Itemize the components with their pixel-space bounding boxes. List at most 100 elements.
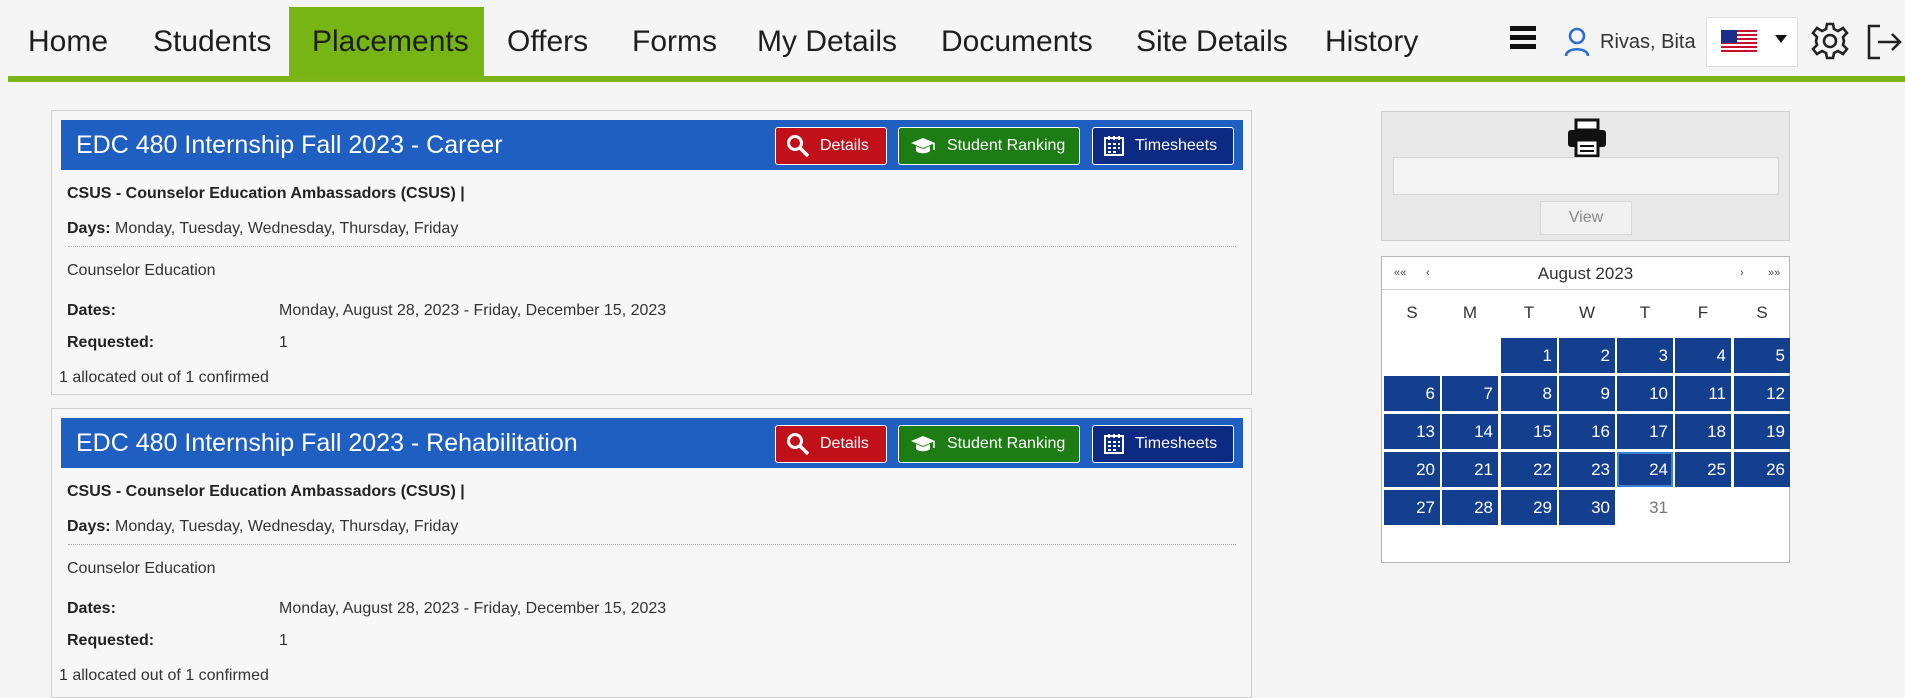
calendar-day[interactable]: 16 (1559, 414, 1615, 449)
program-name: Counselor Education (67, 560, 216, 577)
calendar-day[interactable]: 22 (1501, 452, 1557, 487)
user-menu[interactable]: Rivas, Bita (1564, 22, 1696, 62)
placement-card: EDC 480 Internship Fall 2023 - Career De… (51, 110, 1252, 395)
weekday-header: S (1756, 303, 1768, 322)
calendar-day[interactable]: 15 (1501, 414, 1557, 449)
calendar-day[interactable]: 7 (1442, 376, 1498, 411)
allocation-status: 1 allocated out of 1 confirmed (59, 667, 269, 684)
top-navigation: Home Students Placements Offers Forms My… (0, 0, 1905, 82)
calendar-header: «« ‹ August 2023 › »» (1382, 257, 1789, 290)
calendar-day[interactable]: 11 (1675, 376, 1731, 411)
details-label: Details (820, 137, 869, 154)
nav-my-details[interactable]: My Details (734, 7, 920, 79)
calendar-day[interactable]: 19 (1734, 414, 1790, 449)
requested-label: Requested: (67, 632, 155, 649)
print-panel: View (1381, 111, 1790, 241)
calendar-day[interactable]: 2 (1559, 338, 1615, 373)
requested-value: 1 (279, 334, 288, 351)
user-icon (1564, 27, 1590, 57)
calendar-day[interactable]: 9 (1559, 376, 1615, 411)
calendar-day[interactable]: 21 (1442, 452, 1498, 487)
calendar-day[interactable]: 20 (1384, 452, 1440, 487)
nav-site-details[interactable]: Site Details (1113, 7, 1311, 79)
student-ranking-button[interactable]: Student Ranking (898, 425, 1080, 463)
placement-title: EDC 480 Internship Fall 2023 - Career (76, 131, 503, 159)
print-input[interactable] (1393, 157, 1779, 195)
calendar-day[interactable]: 10 (1617, 376, 1673, 411)
program-name: Counselor Education (67, 262, 216, 279)
next-month-icon[interactable]: › (1740, 257, 1744, 290)
logout-icon[interactable] (1866, 22, 1902, 67)
nav-students[interactable]: Students (130, 7, 294, 79)
weekday-header: S (1406, 303, 1418, 322)
calendar-day[interactable]: 25 (1675, 452, 1731, 487)
calendar: «« ‹ August 2023 › »» SMTWTFS 1234567891… (1381, 256, 1790, 563)
requested-value: 1 (279, 632, 288, 649)
calendar-day[interactable]: 1 (1501, 338, 1557, 373)
calendar-day[interactable]: 6 (1384, 376, 1440, 411)
dates-value: Monday, August 28, 2023 - Friday, Decemb… (279, 302, 667, 319)
calendar-month-label[interactable]: August 2023 (1382, 257, 1789, 290)
calendar-day[interactable]: 18 (1675, 414, 1731, 449)
calendar-day[interactable]: 8 (1501, 376, 1557, 411)
dates-label: Dates: (67, 302, 116, 319)
calendar-day[interactable]: 12 (1734, 376, 1790, 411)
student-ranking-button[interactable]: Student Ranking (898, 127, 1080, 165)
student-ranking-label: Student Ranking (947, 435, 1066, 452)
timesheets-button[interactable]: Timesheets (1092, 127, 1234, 165)
allocation-status: 1 allocated out of 1 confirmed (59, 369, 269, 386)
calendar-icon (1103, 433, 1125, 455)
nav-offers[interactable]: Offers (484, 7, 611, 79)
nav-accent-bar (8, 76, 1905, 82)
next-year-icon[interactable]: »» (1768, 257, 1780, 290)
details-button[interactable]: Details (775, 127, 887, 165)
divider (68, 544, 1236, 545)
hamburger-menu-icon[interactable] (1510, 26, 1536, 52)
calendar-day[interactable]: 13 (1384, 414, 1440, 449)
us-flag-icon (1721, 30, 1757, 54)
calendar-day[interactable]: 26 (1734, 452, 1790, 487)
calendar-day[interactable]: 14 (1442, 414, 1498, 449)
timesheets-label: Timesheets (1135, 435, 1218, 452)
calendar-day[interactable]: 24 (1617, 452, 1673, 487)
dates-value: Monday, August 28, 2023 - Friday, Decemb… (279, 600, 667, 617)
calendar-day[interactable]: 29 (1501, 490, 1557, 525)
nav-forms[interactable]: Forms (609, 7, 740, 79)
language-select[interactable] (1706, 17, 1798, 67)
days-row: Days: Monday, Tuesday, Wednesday, Thursd… (67, 220, 459, 237)
graduation-cap-icon (909, 434, 937, 454)
nav-history[interactable]: History (1302, 7, 1441, 79)
site-name: CSUS - Counselor Education Ambassadors (… (67, 185, 465, 202)
calendar-day[interactable]: 23 (1559, 452, 1615, 487)
calendar-day[interactable]: 30 (1559, 490, 1615, 525)
view-button[interactable]: View (1540, 201, 1632, 235)
calendar-day[interactable]: 3 (1617, 338, 1673, 373)
calendar-day[interactable]: 4 (1675, 338, 1731, 373)
timesheets-label: Timesheets (1135, 137, 1218, 154)
calendar-day[interactable]: 17 (1617, 414, 1673, 449)
user-name: Rivas, Bita (1600, 30, 1696, 53)
placement-title: EDC 480 Internship Fall 2023 - Rehabilit… (76, 429, 578, 457)
weekday-header: T (1639, 303, 1651, 322)
site-name: CSUS - Counselor Education Ambassadors (… (67, 483, 465, 500)
details-button[interactable]: Details (775, 425, 887, 463)
placement-card-header: EDC 480 Internship Fall 2023 - Career De… (61, 120, 1243, 170)
gear-icon[interactable] (1810, 21, 1850, 66)
calendar-day[interactable]: 5 (1734, 338, 1790, 373)
nav-home[interactable]: Home (5, 7, 131, 79)
details-label: Details (820, 435, 869, 452)
days-row: Days: Monday, Tuesday, Wednesday, Thursd… (67, 518, 459, 535)
weekday-header: W (1578, 303, 1596, 322)
calendar-icon (1103, 135, 1125, 157)
calendar-day[interactable]: 31 (1617, 490, 1673, 525)
timesheets-button[interactable]: Timesheets (1092, 425, 1234, 463)
student-ranking-label: Student Ranking (947, 137, 1066, 154)
weekday-header: M (1462, 303, 1478, 322)
weekday-header: T (1523, 303, 1535, 322)
chevron-down-icon (1775, 35, 1787, 43)
nav-documents[interactable]: Documents (918, 7, 1116, 79)
graduation-cap-icon (909, 136, 937, 156)
nav-placements[interactable]: Placements (289, 7, 484, 79)
calendar-day[interactable]: 28 (1442, 490, 1498, 525)
calendar-day[interactable]: 27 (1384, 490, 1440, 525)
